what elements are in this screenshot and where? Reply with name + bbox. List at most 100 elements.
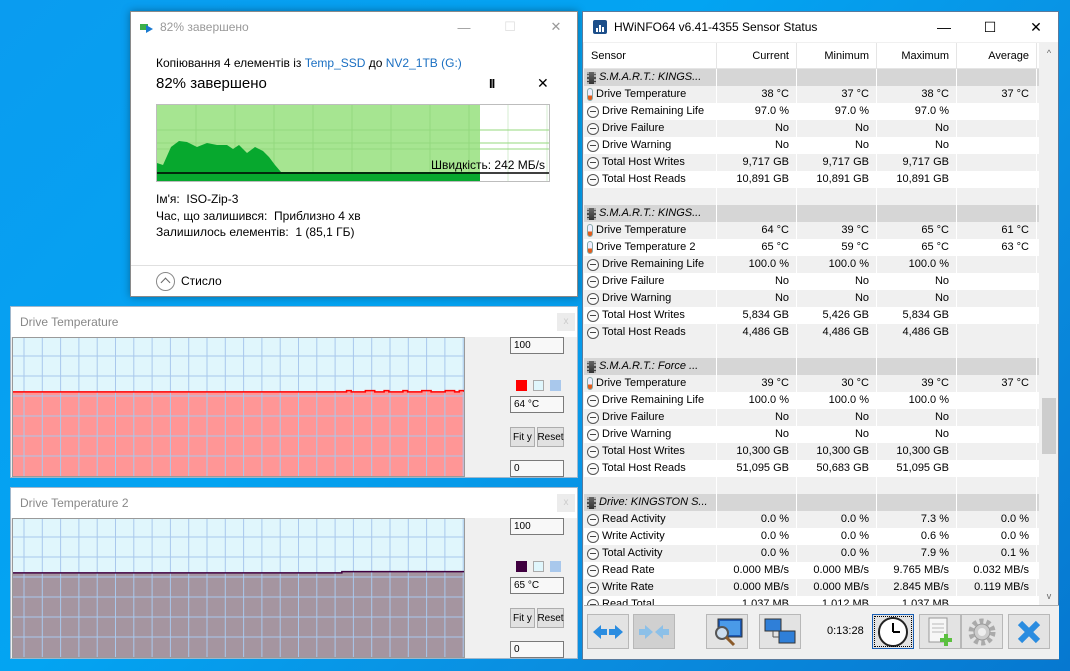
grid-color-swatch[interactable] — [550, 561, 561, 572]
network-button[interactable] — [759, 614, 801, 649]
sensor-row[interactable]: Total Host Reads 51,095 GB 50,683 GB 51,095… — [584, 460, 1039, 477]
average-value — [957, 307, 1037, 324]
fit-y-button[interactable]: Fit y — [510, 427, 535, 447]
column-header-minimum[interactable]: Minimum — [797, 43, 877, 69]
sensor-row[interactable]: Drive Failure No No No — [584, 409, 1039, 426]
sensor-row[interactable]: Drive Failure No No No — [584, 273, 1039, 290]
scroll-up-button[interactable]: ^ — [1040, 45, 1058, 62]
sensor-row[interactable]: Write Activity 0.0 % 0.0 % 0.6 % 0.0 % — [584, 528, 1039, 545]
column-header-sensor[interactable]: Sensor — [584, 43, 717, 69]
sensor-row[interactable]: Total Host Writes 10,300 GB 10,300 GB 10,30… — [584, 443, 1039, 460]
sensor-row[interactable]: Total Host Writes 5,834 GB 5,426 GB 5,834 G… — [584, 307, 1039, 324]
vertical-scrollbar[interactable]: ^ v — [1040, 43, 1058, 605]
sensor-row[interactable]: Total Host Writes 9,717 GB 9,717 GB 9,717 G… — [584, 154, 1039, 171]
sensor-row[interactable]: Read Activity 0.0 % 0.0 % 7.3 % 0.0 % — [584, 511, 1039, 528]
maximize-button[interactable]: ☐ — [487, 12, 533, 42]
temperature-area — [13, 390, 464, 476]
background-color-swatch[interactable] — [533, 561, 544, 572]
sensor-row[interactable]: Drive Remaining Life 100.0 % 100.0 % 100.0 … — [584, 392, 1039, 409]
arrows-out-icon — [593, 624, 623, 639]
sensor-row[interactable]: Total Host Reads 4,486 GB 4,486 GB 4,486 GB — [584, 324, 1039, 341]
background-color-swatch[interactable] — [533, 380, 544, 391]
current-value: 0.0 % — [717, 511, 797, 528]
maximum-value: No — [877, 273, 957, 290]
graph-titlebar[interactable]: Drive Temperature — [11, 307, 577, 337]
close-button[interactable]: ✕ — [533, 12, 579, 42]
sensor-row[interactable]: Read Rate 0.000 MB/s 0.000 MB/s 9.765 MB/s 0… — [584, 562, 1039, 579]
y-min-field[interactable]: 0 — [510, 641, 564, 658]
minimum-value: 0.0 % — [797, 511, 877, 528]
minimize-button[interactable]: — — [921, 12, 967, 42]
sensor-row[interactable]: Drive Temperature 38 °C 37 °C 38 °C 37 °C — [584, 86, 1039, 103]
scrollbar-thumb[interactable] — [1042, 398, 1056, 454]
copy-dialog-titlebar[interactable]: 82% завершено — ☐ ✕ — [131, 12, 577, 42]
sensor-row[interactable]: Read Total 1,037 MB 1,012 MB 1,037 MB — [584, 596, 1039, 605]
close-button[interactable]: ✕ — [1013, 12, 1059, 42]
sensor-row[interactable]: Drive Remaining Life 97.0 % 97.0 % 97.0 % — [584, 103, 1039, 120]
collapse-columns-button[interactable] — [633, 614, 675, 649]
maximum-value: 9.765 MB/s — [877, 562, 957, 579]
settings-button[interactable] — [961, 614, 1003, 649]
cancel-copy-button[interactable]: ✕ — [537, 75, 549, 92]
y-max-field[interactable]: 100 — [510, 337, 564, 354]
reset-button[interactable]: Reset — [537, 608, 564, 628]
line-color-swatch[interactable] — [516, 380, 527, 391]
graph-close-button[interactable]: x — [557, 494, 575, 512]
clock-reset-button[interactable] — [872, 614, 914, 649]
column-header-current[interactable]: Current — [717, 43, 797, 69]
sensor-group-row[interactable]: S.M.A.R.T.: Force ... — [584, 358, 1039, 375]
sensor-row[interactable]: Drive Warning No No No — [584, 137, 1039, 154]
sensor-row[interactable]: Drive Failure No No No — [584, 120, 1039, 137]
sensor-row[interactable]: Total Activity 0.0 % 0.0 % 7.9 % 0.1 % — [584, 545, 1039, 562]
gauge-icon — [587, 122, 599, 135]
sensor-row[interactable]: Drive Warning No No No — [584, 290, 1039, 307]
sensor-row[interactable]: Drive Warning No No No — [584, 426, 1039, 443]
sensor-group-row[interactable]: Drive: KINGSTON S... — [584, 494, 1039, 511]
maximum-value: No — [877, 426, 957, 443]
graph-close-button[interactable]: x — [557, 313, 575, 331]
pause-button[interactable]: II — [489, 76, 495, 91]
sensor-row[interactable]: Drive Temperature 2 65 °C 59 °C 65 °C 63 °C — [584, 239, 1039, 256]
gauge-icon — [587, 513, 599, 526]
maximum-value: 51,095 GB — [877, 460, 957, 477]
grid-color-swatch[interactable] — [550, 380, 561, 391]
fewer-details-button[interactable]: Стисло — [156, 267, 222, 295]
chip-icon — [587, 496, 596, 509]
sensor-name: Drive Temperature — [596, 224, 687, 236]
maximize-button[interactable]: ☐ — [967, 12, 1013, 42]
close-sensors-button[interactable] — [1008, 614, 1050, 649]
expand-columns-button[interactable] — [587, 614, 629, 649]
minimum-value: No — [797, 290, 877, 307]
reset-button[interactable]: Reset — [537, 427, 564, 447]
sensor-name-cell: Drive Temperature — [584, 375, 717, 392]
sensor-search-button[interactable] — [706, 614, 748, 649]
sensor-row[interactable]: Drive Temperature 64 °C 39 °C 65 °C 61 °C — [584, 222, 1039, 239]
gauge-icon — [587, 428, 599, 441]
sensor-name-cell: Total Host Reads — [584, 460, 717, 477]
sensor-row[interactable]: Write Rate 0.000 MB/s 0.000 MB/s 2.845 MB/s… — [584, 579, 1039, 596]
graph-titlebar[interactable]: Drive Temperature 2 — [11, 488, 577, 518]
scroll-down-button[interactable]: v — [1040, 588, 1058, 605]
sensor-name: S.M.A.R.T.: Force ... — [599, 360, 699, 372]
hwinfo-logo-icon — [593, 20, 607, 34]
fit-y-button[interactable]: Fit y — [510, 608, 535, 628]
source-link[interactable]: Temp_SSD — [305, 56, 366, 70]
sensor-group-row[interactable]: S.M.A.R.T.: KINGS... — [584, 205, 1039, 222]
logging-button[interactable] — [919, 614, 961, 649]
column-header-average[interactable]: Average — [957, 43, 1037, 69]
current-value — [717, 477, 797, 494]
sensor-row[interactable]: Drive Temperature 39 °C 30 °C 39 °C 37 °C — [584, 375, 1039, 392]
line-color-swatch[interactable] — [516, 561, 527, 572]
destination-link[interactable]: NV2_1TB (G:) — [386, 56, 462, 70]
y-min-field[interactable]: 0 — [510, 460, 564, 477]
minimize-button[interactable]: — — [441, 12, 487, 42]
sensor-group-row[interactable]: S.M.A.R.T.: KINGS... — [584, 69, 1039, 86]
y-max-field[interactable]: 100 — [510, 518, 564, 535]
hwinfo-titlebar[interactable]: HWiNFO64 v6.41-4355 Sensor Status — ☐ ✕ — [583, 12, 1058, 42]
arrows-in-icon — [639, 624, 669, 639]
column-header-maximum[interactable]: Maximum — [877, 43, 957, 69]
sensor-row[interactable]: Drive Remaining Life 100.0 % 100.0 % 100.0 … — [584, 256, 1039, 273]
minimum-value — [797, 188, 877, 205]
minimum-value: 0.0 % — [797, 545, 877, 562]
sensor-row[interactable]: Total Host Reads 10,891 GB 10,891 GB 10,891… — [584, 171, 1039, 188]
